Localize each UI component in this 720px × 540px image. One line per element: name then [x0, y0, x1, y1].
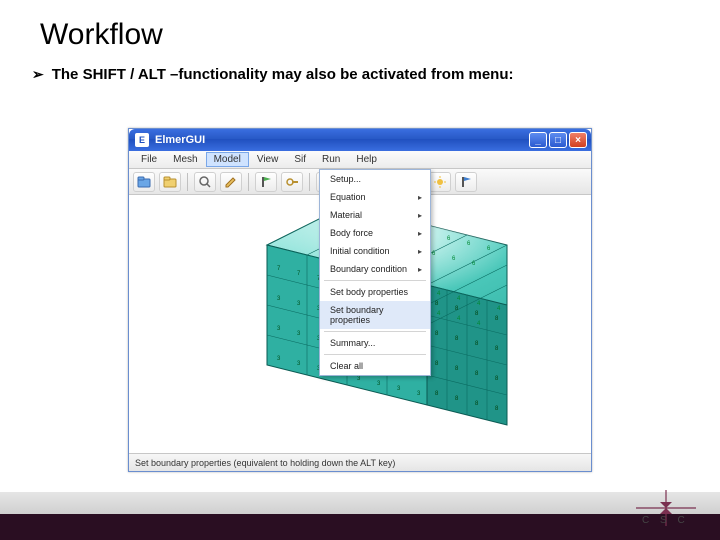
- chevron-right-icon: ▸: [418, 265, 422, 274]
- menu-run[interactable]: Run: [314, 152, 348, 167]
- bullet-row: ➢ The SHIFT / ALT –functionality may als…: [0, 56, 720, 93]
- pencil-icon[interactable]: [220, 172, 242, 192]
- dd-setup[interactable]: Setup...: [320, 170, 430, 188]
- dd-material[interactable]: Material▸: [320, 206, 430, 224]
- flag-green-icon[interactable]: [255, 172, 277, 192]
- menu-model[interactable]: Model: [206, 152, 249, 167]
- minimize-button[interactable]: _: [529, 132, 547, 148]
- csc-logo: C S C: [616, 490, 696, 526]
- model-dropdown: Setup... Equation▸ Material▸ Body force▸…: [319, 169, 431, 376]
- dd-boundary[interactable]: Boundary condition▸: [320, 260, 430, 278]
- chevron-right-icon: ▸: [418, 211, 422, 220]
- dd-equation[interactable]: Equation▸: [320, 188, 430, 206]
- dd-setbody[interactable]: Set body properties: [320, 283, 430, 301]
- footer-band: [0, 492, 720, 514]
- dd-summary[interactable]: Summary...: [320, 334, 430, 352]
- dropdown-separator: [324, 331, 426, 332]
- menu-mesh[interactable]: Mesh: [165, 152, 205, 167]
- toolbar-separator-icon: [309, 173, 310, 191]
- svg-text:C S C: C S C: [642, 515, 689, 526]
- magnifier-icon[interactable]: [194, 172, 216, 192]
- bullet-text: The SHIFT / ALT –functionality may also …: [52, 66, 514, 83]
- titlebar[interactable]: E ElmerGUI _ □ ×: [129, 129, 591, 151]
- statusbar: Set boundary properties (equivalent to h…: [129, 453, 591, 471]
- menu-file[interactable]: File: [133, 152, 165, 167]
- dd-bodyforce[interactable]: Body force▸: [320, 224, 430, 242]
- open-icon[interactable]: [133, 172, 155, 192]
- bullet-arrow-icon: ➢: [32, 66, 44, 83]
- key-icon[interactable]: [281, 172, 303, 192]
- menu-view[interactable]: View: [249, 152, 287, 167]
- statusbar-text: Set boundary properties (equivalent to h…: [135, 458, 395, 468]
- dd-setboundary[interactable]: Set boundary properties: [320, 301, 430, 329]
- app-window: E ElmerGUI _ □ × File Mesh Model View Si…: [128, 128, 592, 472]
- dropdown-separator: [324, 280, 426, 281]
- flag-blue-icon[interactable]: [455, 172, 477, 192]
- maximize-button[interactable]: □: [549, 132, 567, 148]
- app-icon: E: [135, 133, 149, 147]
- chevron-right-icon: ▸: [418, 229, 422, 238]
- close-button[interactable]: ×: [569, 132, 587, 148]
- menu-help[interactable]: Help: [348, 152, 385, 167]
- menu-sif[interactable]: Sif: [286, 152, 314, 167]
- slide-title: Workflow: [0, 0, 720, 56]
- toolbar-separator-icon: [187, 173, 188, 191]
- footer-dark: [0, 514, 720, 540]
- dropdown-separator: [324, 354, 426, 355]
- toolbar-separator-icon: [248, 173, 249, 191]
- menubar: File Mesh Model View Sif Run Help: [129, 151, 591, 169]
- folder-icon[interactable]: [159, 172, 181, 192]
- dd-clearall[interactable]: Clear all: [320, 357, 430, 375]
- dd-initial[interactable]: Initial condition▸: [320, 242, 430, 260]
- chevron-right-icon: ▸: [418, 193, 422, 202]
- sun-icon[interactable]: [429, 172, 451, 192]
- window-title: ElmerGUI: [155, 134, 529, 146]
- chevron-right-icon: ▸: [418, 247, 422, 256]
